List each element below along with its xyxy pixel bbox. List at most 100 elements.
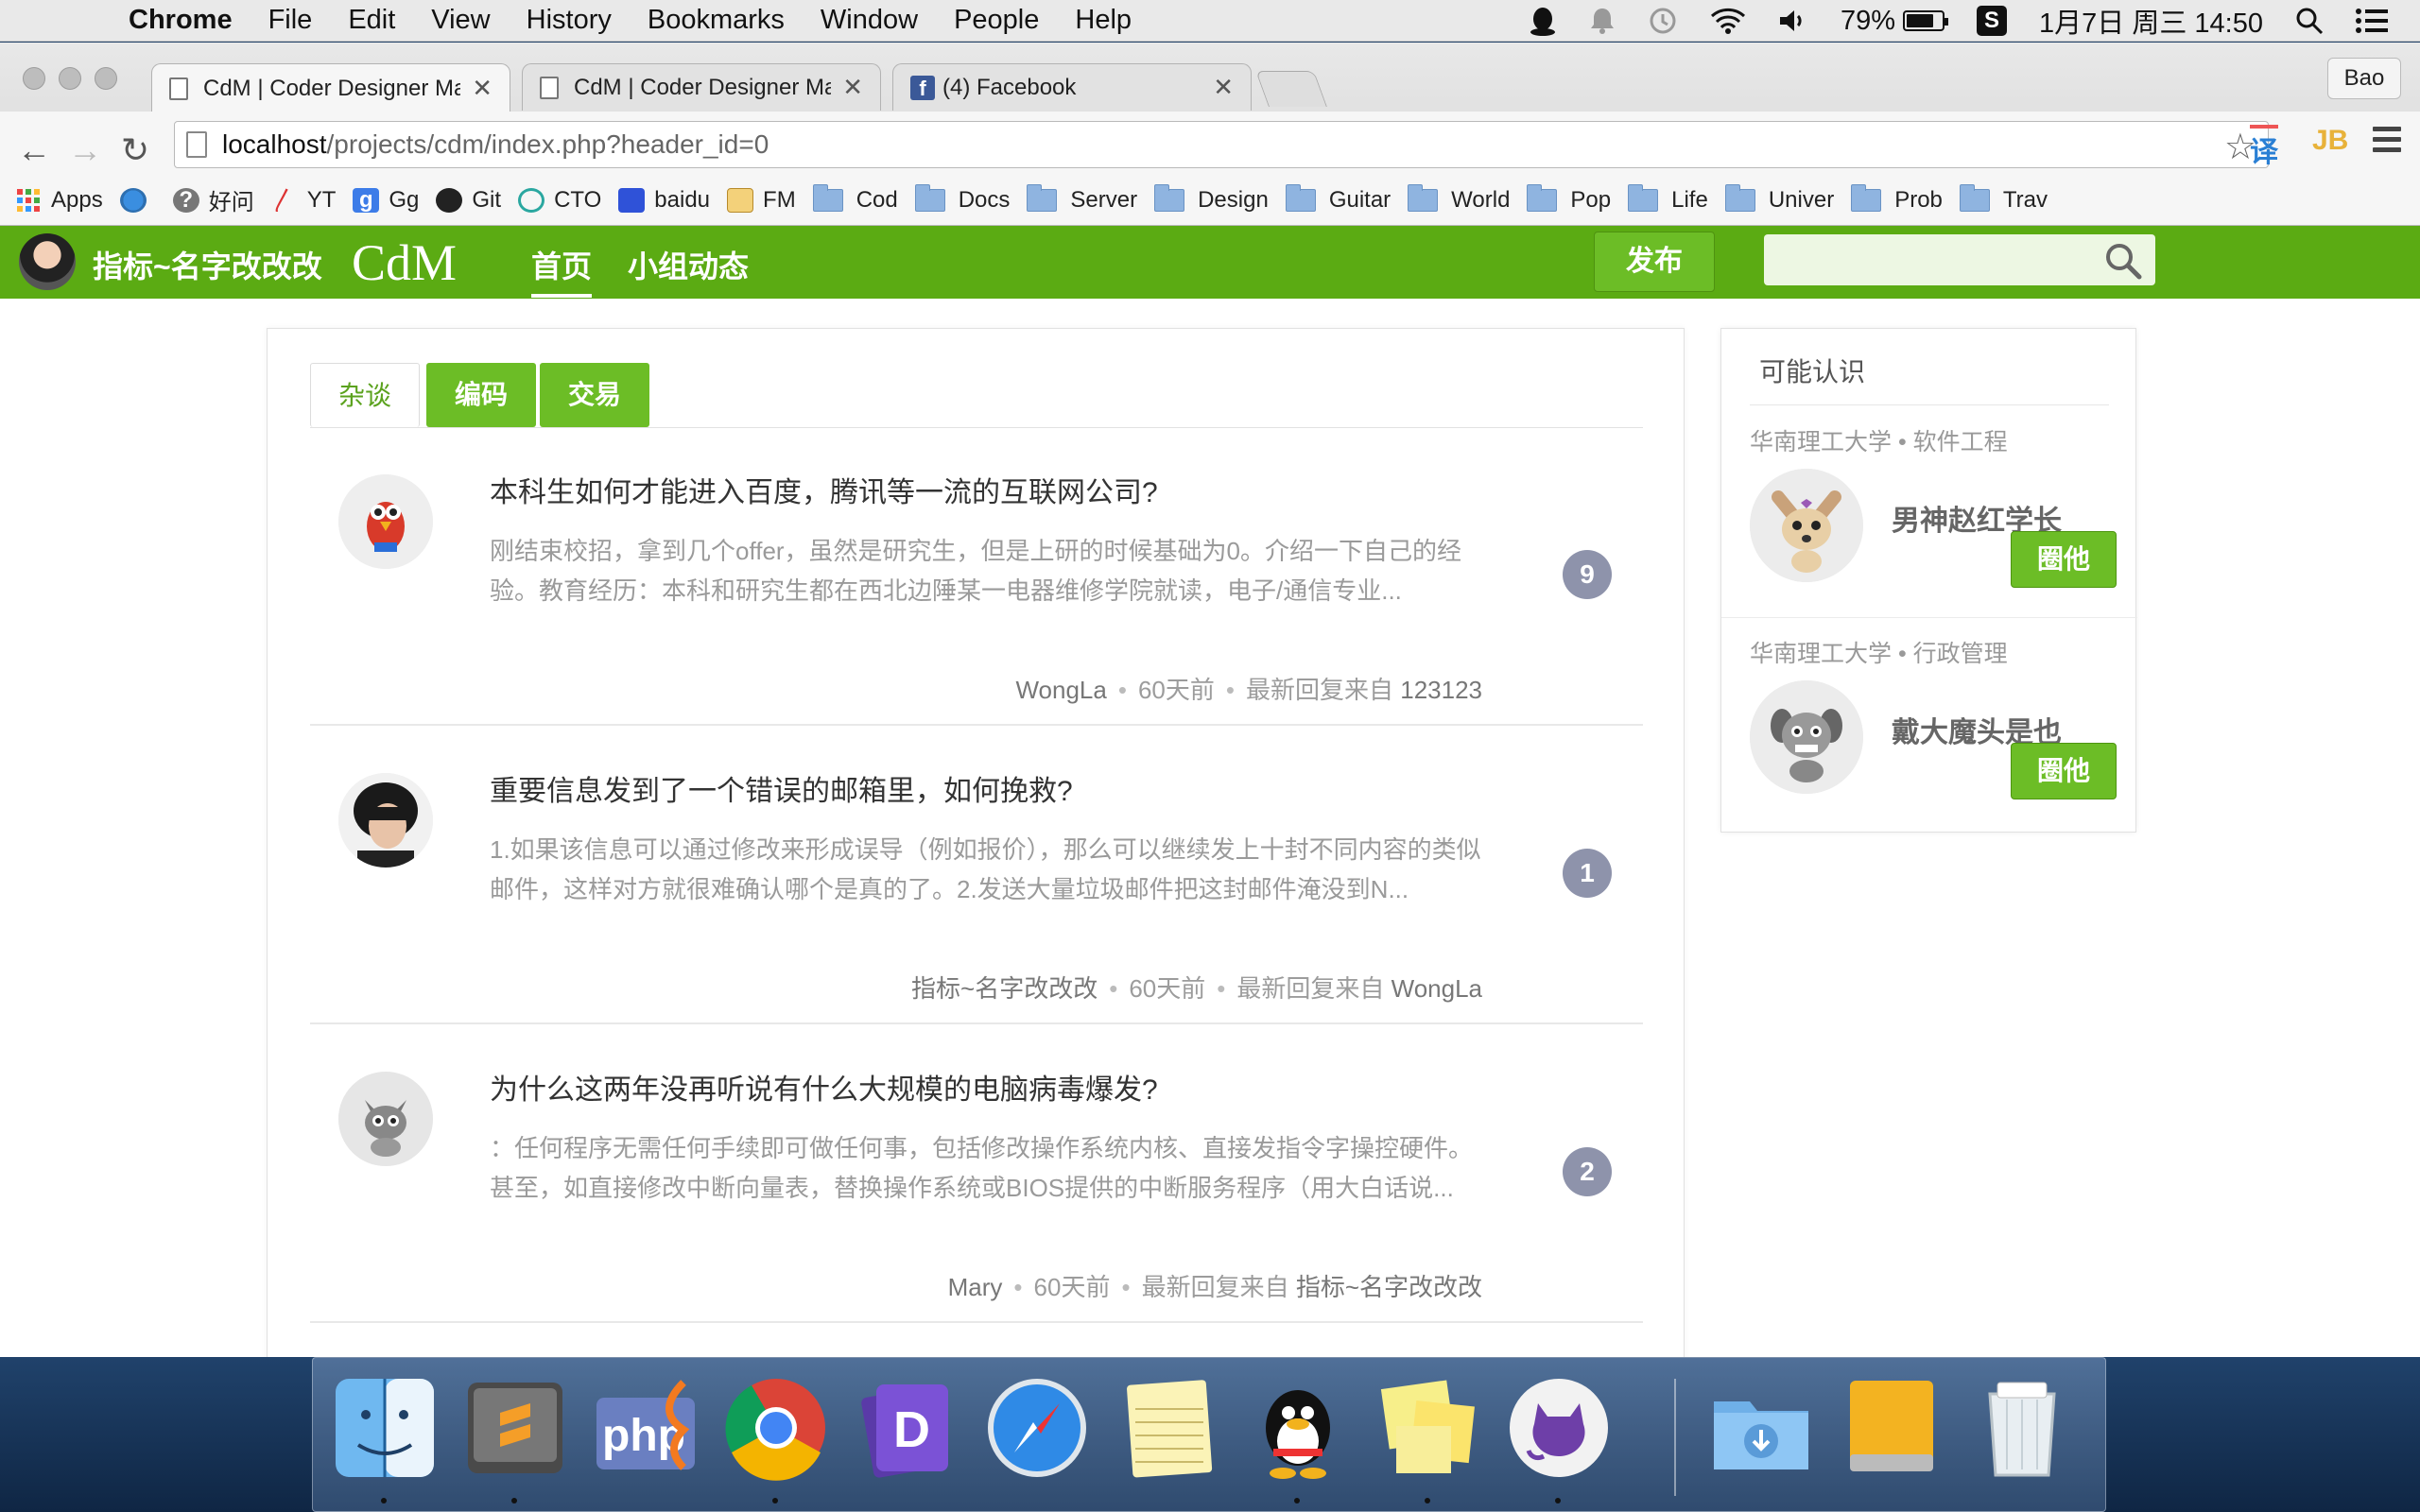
bookmark-folder-univer[interactable]: Univer [1724, 183, 1834, 214]
window-close-button[interactable] [23, 67, 45, 90]
menu-people[interactable]: People [954, 5, 1039, 36]
bookmark-git[interactable]: Git [436, 187, 501, 214]
bookmark-folder-docs[interactable]: Docs [914, 183, 1010, 214]
tab-close-icon[interactable]: ✕ [1213, 73, 1234, 102]
chrome-menu-icon[interactable] [2373, 127, 2401, 158]
nav-group-activity[interactable]: 小组动态 [628, 243, 749, 286]
user-avatar[interactable] [19, 233, 76, 290]
address-bar[interactable]: localhost/projects/cdm/index.php?header_… [174, 121, 2269, 168]
menu-help[interactable]: Help [1075, 5, 1132, 36]
topic-author[interactable]: 指标~名字改改改 [911, 974, 1098, 1003]
bookmark-folder-prob[interactable]: Prob [1851, 183, 1943, 214]
trash-icon[interactable] [1969, 1375, 2075, 1481]
author-avatar[interactable] [338, 773, 433, 868]
topic-title[interactable]: 为什么这两年没再听说有什么大规模的电脑病毒爆发? [490, 1066, 1158, 1108]
external-drive-icon[interactable] [1839, 1375, 1945, 1481]
bookmark-folder-world[interactable]: World [1408, 183, 1510, 214]
sublime-text-icon[interactable] [462, 1375, 568, 1503]
search-icon[interactable] [2104, 242, 2142, 280]
topic-title[interactable]: 重要信息发到了一个错误的邮箱里，如何挽救? [490, 767, 1073, 809]
follow-button[interactable]: 圈他 [2011, 531, 2117, 588]
bookmark-haowen[interactable]: ? 好问 [172, 183, 254, 216]
browser-tab-2[interactable]: CdM | Coder Designer Manager ✕ [522, 63, 881, 111]
reload-icon[interactable]: ↻ [121, 130, 149, 170]
menu-app-name[interactable]: Chrome [129, 5, 233, 36]
volume-icon[interactable] [1778, 8, 1808, 34]
forward-icon[interactable]: → [68, 130, 102, 170]
tab-close-icon[interactable]: ✕ [472, 74, 493, 103]
safari-icon[interactable] [984, 1375, 1090, 1481]
chrome-icon[interactable] [723, 1375, 829, 1503]
qq-icon[interactable] [1245, 1375, 1351, 1503]
person-avatar[interactable] [1750, 680, 1863, 794]
bookmark-apps[interactable]: Apps [17, 187, 103, 214]
window-minimize-button[interactable] [59, 67, 81, 90]
menu-history[interactable]: History [527, 5, 612, 36]
last-replier[interactable]: 指标~名字改改改 [1296, 1273, 1482, 1301]
topic-author[interactable]: WongLa [1015, 676, 1106, 704]
page-info-icon[interactable] [186, 131, 207, 158]
new-tab-button[interactable] [1255, 71, 1327, 107]
bookmark-fm[interactable]: FM [727, 187, 796, 214]
topic-item[interactable]: 本科生如何才能进入百度，腾讯等一流的互联网公司? 刚结束校招，拿到几个offer… [310, 427, 1643, 726]
bookmark-folder-pop[interactable]: Pop [1527, 183, 1611, 214]
publish-button[interactable]: 发布 [1594, 232, 1715, 292]
bookmark-folder-guitar[interactable]: Guitar [1285, 183, 1391, 214]
bookmark-globe[interactable] [119, 187, 156, 213]
bookmark-gg[interactable]: g Gg [353, 187, 419, 214]
last-replier[interactable]: WongLa [1392, 974, 1482, 1003]
notes-icon[interactable] [1115, 1375, 1220, 1481]
clock[interactable]: 1月7日 周三 14:50 [2039, 1, 2263, 41]
tab-trade[interactable]: 交易 [540, 363, 649, 427]
bookmark-folder-cod[interactable]: Cod [812, 183, 898, 214]
bookmark-folder-trav[interactable]: Trav [1959, 183, 2048, 214]
user-name[interactable]: 指标~名字改改改 [93, 243, 322, 286]
tab-chat[interactable]: 杂谈 [310, 363, 420, 427]
battery-status[interactable]: 79% [1841, 6, 1949, 37]
browser-tab-3[interactable]: f (4) Facebook ✕ [892, 63, 1252, 111]
bookmark-yt[interactable]: 〳 YT [271, 187, 337, 214]
search-input[interactable] [1764, 234, 2085, 284]
back-icon[interactable]: ← [17, 130, 51, 170]
translate-extension-icon[interactable]: 译 [2250, 125, 2278, 170]
wifi-icon[interactable] [1710, 8, 1746, 34]
menu-view[interactable]: View [431, 5, 490, 36]
site-logo[interactable]: CdM [352, 233, 457, 292]
notification-center-icon[interactable] [2356, 9, 2388, 33]
bookmark-folder-server[interactable]: Server [1027, 183, 1137, 214]
bookmark-folder-design[interactable]: Design [1154, 183, 1269, 214]
topic-item[interactable]: 重要信息发到了一个错误的邮箱里，如何挽救? 1.如果该信息可以通过修改来形成误导… [310, 726, 1643, 1024]
last-replier[interactable]: 123123 [1400, 676, 1482, 704]
profile-button[interactable]: Bao [2327, 58, 2401, 99]
browser-tab-1[interactable]: CdM | Coder Designer Manager ✕ [151, 63, 510, 112]
author-avatar[interactable] [338, 1072, 433, 1166]
bookmark-baidu[interactable]: baidu [618, 187, 710, 214]
bookmark-folder-life[interactable]: Life [1628, 183, 1708, 214]
author-avatar[interactable] [338, 474, 433, 569]
follow-button[interactable]: 圈他 [2011, 743, 2117, 799]
jetbrains-extension-icon[interactable]: JB [2312, 125, 2348, 157]
stickies-icon[interactable] [1375, 1375, 1481, 1503]
menu-window[interactable]: Window [821, 5, 918, 36]
dash-icon[interactable]: D [854, 1375, 959, 1481]
topic-item[interactable]: 为什么这两年没再听说有什么大规模的电脑病毒爆发? ：任何程序无需任何手续即可做任… [310, 1024, 1643, 1323]
notification-bell-icon[interactable] [1589, 7, 1616, 35]
tab-close-icon[interactable]: ✕ [842, 73, 863, 102]
nav-home[interactable]: 首页 [531, 243, 593, 298]
menu-edit[interactable]: Edit [348, 5, 395, 36]
php-storm-icon[interactable]: php [593, 1375, 699, 1481]
sogou-input-icon[interactable]: S [1977, 6, 2008, 36]
spotlight-search-icon[interactable] [2295, 7, 2324, 35]
github-icon[interactable] [1506, 1375, 1612, 1503]
window-zoom-button[interactable] [95, 67, 117, 90]
qq-status-icon[interactable] [1529, 6, 1557, 36]
menu-bookmarks[interactable]: Bookmarks [648, 5, 785, 36]
finder-icon[interactable] [332, 1375, 438, 1503]
bookmark-cto[interactable]: CTO [518, 187, 601, 214]
menu-file[interactable]: File [268, 5, 313, 36]
downloads-folder-icon[interactable] [1708, 1375, 1814, 1481]
topic-title[interactable]: 本科生如何才能进入百度，腾讯等一流的互联网公司? [490, 469, 1158, 510]
time-machine-icon[interactable] [1648, 6, 1678, 36]
person-avatar[interactable] [1750, 469, 1863, 582]
tab-coding[interactable]: 编码 [426, 363, 536, 427]
